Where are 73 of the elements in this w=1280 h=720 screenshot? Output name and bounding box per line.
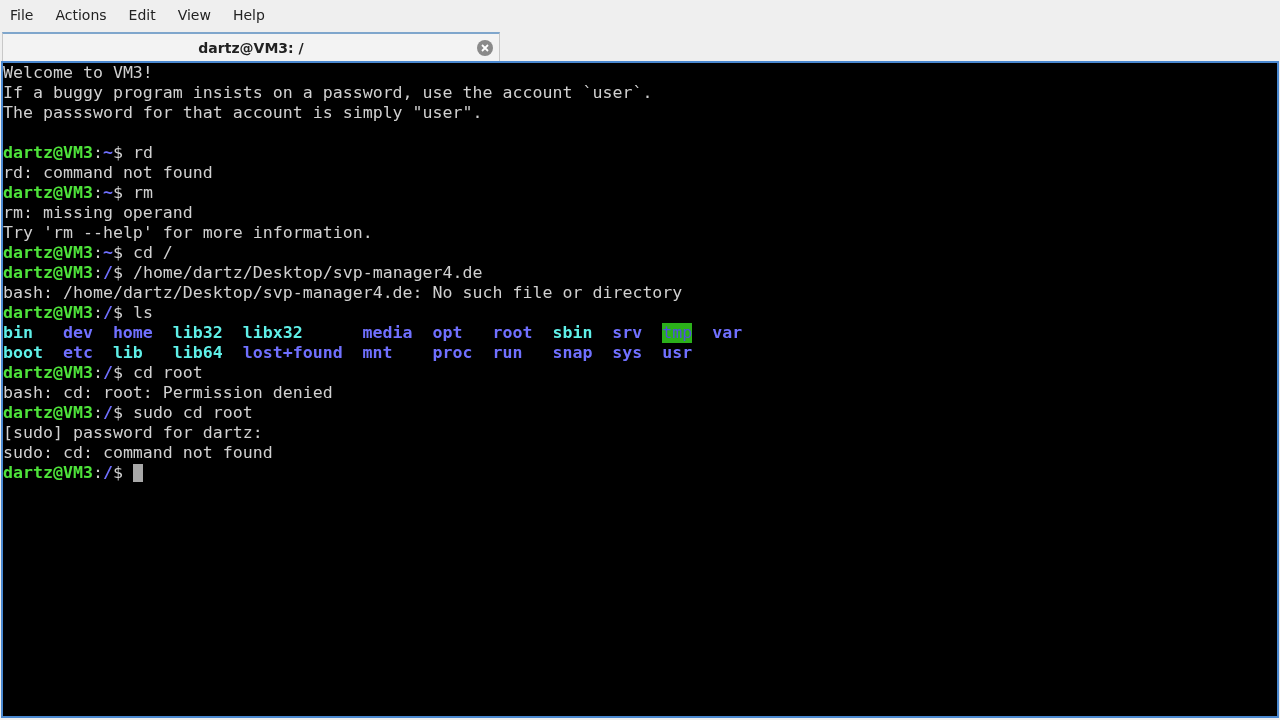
- terminal-text: Try 'rm --help' for more information.: [3, 223, 373, 243]
- directory-name: dev: [62, 323, 93, 343]
- prompt-user: dartz@VM3: [3, 303, 93, 323]
- terminal-text: :: [92, 463, 103, 483]
- terminal-text: $ sudo cd root: [112, 403, 253, 423]
- directory-name: proc: [432, 343, 473, 363]
- menu-item[interactable]: File: [3, 7, 41, 23]
- terminal-text: :: [92, 183, 103, 203]
- terminal-text: :: [92, 363, 103, 383]
- directory-name: media: [362, 323, 413, 343]
- symlink-name: bin: [3, 323, 33, 343]
- terminal-text: Welcome to VM3!: [3, 63, 153, 83]
- terminal-text: bash: cd: root: Permission denied: [3, 383, 333, 403]
- prompt-user: dartz@VM3: [3, 243, 93, 263]
- prompt-path: /: [102, 463, 113, 483]
- terminal-text: :: [92, 143, 103, 163]
- terminal-text: $ /home/dartz/Desktop/svp-manager4.de: [112, 263, 483, 283]
- terminal-text: $ rd: [112, 143, 153, 163]
- terminal-text: :: [92, 243, 103, 263]
- text-cursor: [132, 464, 143, 482]
- terminal-text: $ ls: [112, 303, 153, 323]
- symlink-name: lib: [112, 343, 143, 363]
- symlink-name: lib64: [172, 343, 223, 363]
- prompt-path: ~: [102, 143, 113, 163]
- close-icon[interactable]: [477, 40, 493, 56]
- prompt-user: dartz@VM3: [3, 143, 93, 163]
- menu-item[interactable]: Edit: [121, 7, 163, 23]
- menu-item[interactable]: View: [170, 7, 218, 23]
- terminal-text: If a buggy program insists on a password, use the account `user`.: [3, 83, 653, 103]
- symlink-name: boot: [3, 343, 43, 363]
- prompt-user: dartz@VM3: [3, 363, 93, 383]
- symlink-name: libx32: [242, 323, 303, 343]
- terminal-tab[interactable]: dartz@VM3: /: [2, 32, 500, 61]
- directory-name: tmp: [662, 323, 693, 343]
- prompt-path: /: [102, 263, 113, 283]
- prompt-user: dartz@VM3: [3, 463, 93, 483]
- directory-name: opt: [432, 323, 463, 343]
- prompt-path: /: [102, 363, 113, 383]
- terminal-text: rd: command not found: [3, 163, 213, 183]
- menu-item[interactable]: Help: [225, 7, 272, 23]
- symlink-name: sbin: [552, 323, 593, 343]
- terminal-text: bash: /home/dartz/Desktop/svp-manager4.de: No such file or directory: [3, 283, 683, 303]
- terminal-text: $ cd root: [112, 363, 203, 383]
- directory-name: usr: [662, 343, 693, 363]
- terminal-text: :: [92, 303, 103, 323]
- terminal-text: [sudo] password for dartz:: [3, 423, 263, 443]
- menu-item[interactable]: Actions: [48, 7, 114, 23]
- prompt-path: /: [102, 303, 113, 323]
- directory-name: srv: [612, 323, 643, 343]
- directory-name: run: [492, 343, 523, 363]
- directory-name: snap: [552, 343, 593, 363]
- prompt-user: dartz@VM3: [3, 403, 93, 423]
- terminal-text: $ cd /: [112, 243, 173, 263]
- terminal-text: sudo: cd: command not found: [3, 443, 273, 463]
- prompt-path: ~: [102, 183, 113, 203]
- directory-name: sys: [612, 343, 643, 363]
- directory-name: lost+found: [242, 343, 343, 363]
- terminal-text: The passsword for that account is simply "user".: [3, 103, 483, 123]
- prompt-path: /: [102, 403, 113, 423]
- terminal-text: rm: missing operand: [3, 203, 193, 223]
- terminal-text: :: [92, 263, 103, 283]
- directory-name: mnt: [362, 343, 393, 363]
- prompt-path: ~: [102, 243, 113, 263]
- directory-name: etc: [62, 343, 93, 363]
- symlink-name: lib32: [172, 323, 223, 343]
- prompt-user: dartz@VM3: [3, 183, 93, 203]
- directory-name: var: [712, 323, 743, 343]
- terminal-text: $ rm: [112, 183, 153, 203]
- prompt-user: dartz@VM3: [3, 263, 93, 283]
- directory-name: home: [112, 323, 153, 343]
- directory-name: root: [492, 323, 533, 343]
- terminal-text: $: [112, 463, 124, 483]
- terminal-text: :: [92, 403, 103, 423]
